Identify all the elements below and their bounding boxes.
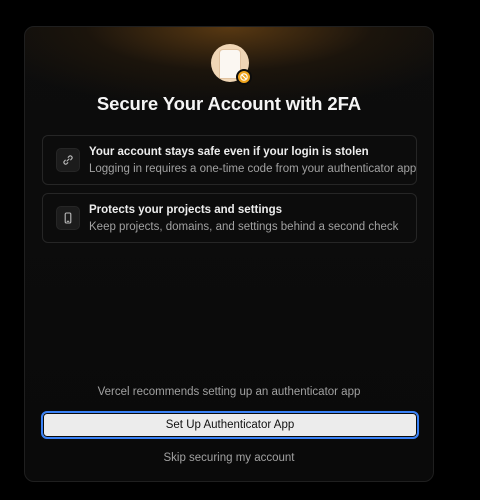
two-factor-modal: Secure Your Account with 2FA Your accoun… [24,26,434,482]
benefit-description: Keep projects, domains, and settings beh… [89,221,399,233]
mobile-phone-icon [56,206,80,230]
modal-title: Secure Your Account with 2FA [96,93,362,114]
link-icon [56,148,80,172]
set-up-authenticator-button[interactable]: Set Up Authenticator App [41,411,419,439]
recommendation-text: Vercel recommends setting up an authenti… [97,386,361,398]
benefit-card-login-safety: Your account stays safe even if your log… [42,135,417,185]
benefit-description: Logging in requires a one-time code from… [89,163,417,175]
warning-badge-icon [236,69,252,85]
hero-illustration [211,44,252,85]
skip-securing-link[interactable]: Skip securing my account [25,452,433,464]
benefit-heading: Your account stays safe even if your log… [89,146,369,158]
benefit-card-projects: Protects your projects and settings Keep… [42,193,417,243]
benefit-heading: Protects your projects and settings [89,204,282,216]
